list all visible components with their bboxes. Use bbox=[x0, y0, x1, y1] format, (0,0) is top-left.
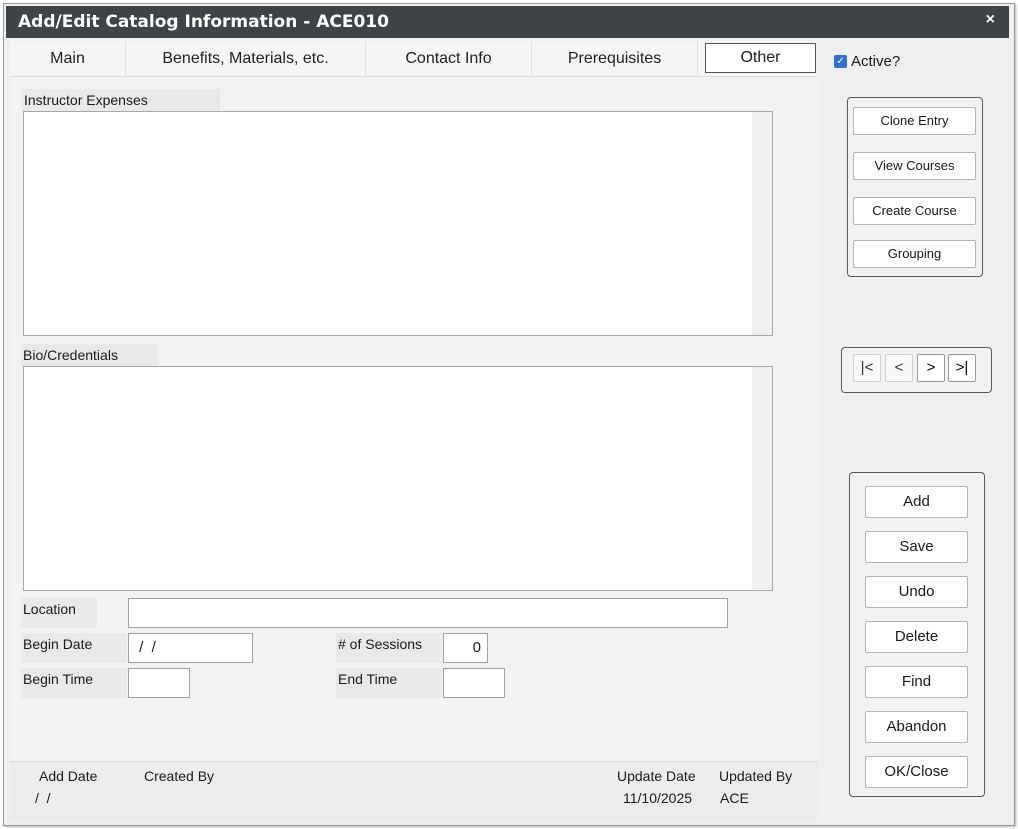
begin-time-input[interactable] bbox=[128, 668, 190, 698]
created-by-label: Created By bbox=[144, 768, 215, 784]
location-label: Location bbox=[21, 598, 97, 628]
updated-by-value: ACE bbox=[720, 790, 749, 806]
delete-button[interactable]: Delete bbox=[865, 621, 968, 653]
end-time-input[interactable] bbox=[443, 668, 505, 698]
clone-entry-button[interactable]: Clone Entry bbox=[853, 107, 976, 135]
begin-date-label: Begin Date bbox=[21, 633, 127, 663]
save-button[interactable]: Save bbox=[865, 531, 968, 563]
location-input[interactable] bbox=[128, 598, 728, 628]
active-checkbox-label: Active? bbox=[851, 53, 901, 70]
record-navigation-panel: |< < > >| bbox=[841, 347, 992, 393]
next-record-button[interactable]: > bbox=[917, 354, 945, 382]
ok-close-button[interactable]: OK/Close bbox=[865, 756, 968, 788]
bio-credentials-textarea[interactable] bbox=[23, 366, 773, 591]
window-title: Add/Edit Catalog Information - ACE010 bbox=[18, 12, 389, 32]
instructor-expenses-textarea[interactable] bbox=[23, 111, 773, 336]
end-time-label: End Time bbox=[336, 668, 442, 698]
first-record-button[interactable]: |< bbox=[853, 354, 881, 382]
update-date-value: 11/10/2025 bbox=[623, 790, 693, 806]
add-button[interactable]: Add bbox=[865, 486, 968, 518]
sessions-input[interactable]: 0 bbox=[443, 633, 488, 663]
tab-main[interactable]: Main bbox=[10, 41, 126, 77]
checkbox-checked-icon[interactable]: ✓ bbox=[834, 55, 847, 68]
tab-contact-info[interactable]: Contact Info bbox=[366, 41, 532, 77]
audit-footer: Add Date / / Created By Update Date 11/1… bbox=[10, 761, 818, 819]
tab-content-other: Instructor Expenses Bio/Credentials Loca… bbox=[10, 78, 818, 761]
view-courses-button[interactable]: View Courses bbox=[853, 152, 976, 180]
title-bar: Add/Edit Catalog Information - ACE010 × bbox=[6, 6, 1009, 38]
add-date-value: / / bbox=[35, 790, 51, 806]
record-actions-panel: Add Save Undo Delete Find Abandon OK/Clo… bbox=[849, 472, 985, 797]
sessions-label: # of Sessions bbox=[336, 633, 442, 663]
begin-time-label: Begin Time bbox=[21, 668, 127, 698]
active-checkbox[interactable]: ✓ Active? bbox=[834, 53, 900, 70]
add-date-label: Add Date bbox=[39, 768, 98, 784]
tab-other[interactable]: Other bbox=[705, 43, 816, 73]
close-icon[interactable]: × bbox=[986, 11, 995, 29]
bio-credentials-scrollbar[interactable] bbox=[752, 367, 772, 590]
find-button[interactable]: Find bbox=[865, 666, 968, 698]
bio-credentials-label: Bio/Credentials bbox=[21, 344, 158, 366]
tab-strip: Main Benefits, Materials, etc. Contact I… bbox=[10, 41, 816, 77]
create-course-button[interactable]: Create Course bbox=[853, 197, 976, 225]
entry-actions-panel: Clone Entry View Courses Create Course G… bbox=[847, 97, 983, 277]
abandon-button[interactable]: Abandon bbox=[865, 711, 968, 743]
grouping-button[interactable]: Grouping bbox=[853, 240, 976, 268]
instructor-expenses-scrollbar[interactable] bbox=[752, 112, 772, 335]
last-record-button[interactable]: >| bbox=[948, 354, 976, 382]
updated-by-label: Updated By bbox=[719, 768, 793, 784]
previous-record-button[interactable]: < bbox=[885, 354, 913, 382]
instructor-expenses-label: Instructor Expenses bbox=[22, 89, 220, 111]
undo-button[interactable]: Undo bbox=[865, 576, 968, 608]
update-date-label: Update Date bbox=[617, 768, 696, 784]
begin-date-input[interactable]: / / bbox=[128, 633, 253, 663]
tab-benefits-materials[interactable]: Benefits, Materials, etc. bbox=[126, 41, 366, 77]
tab-prerequisites[interactable]: Prerequisites bbox=[532, 41, 698, 77]
